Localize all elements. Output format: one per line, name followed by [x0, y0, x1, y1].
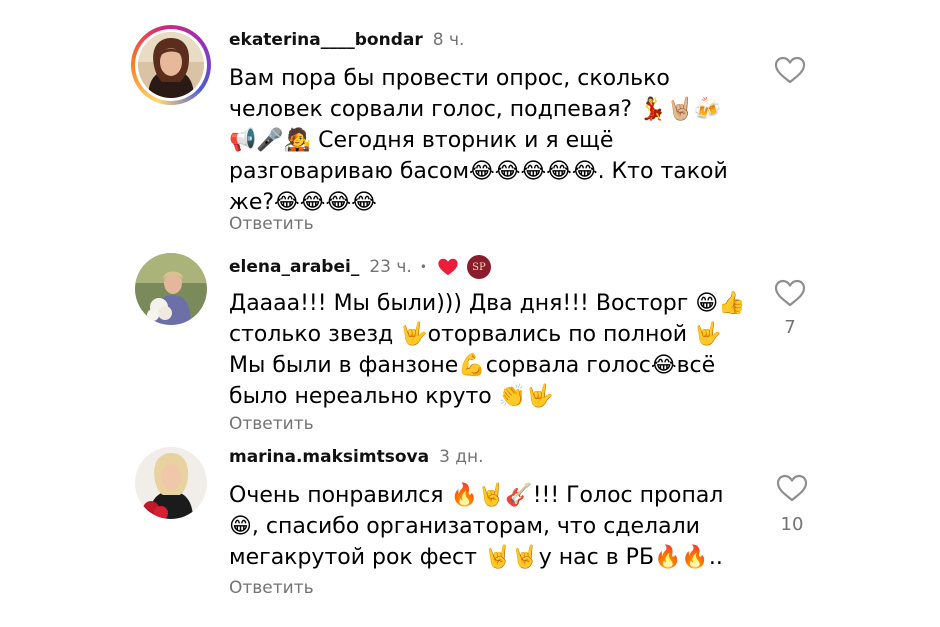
comment-text: Даааа!!! Мы были))) Два дня!!! Восторг 😁…: [229, 291, 746, 409]
like-heart-icon[interactable]: [776, 474, 808, 502]
like-count: 7: [784, 317, 796, 338]
comment-username[interactable]: elena_arabei_: [229, 257, 359, 277]
reply-button[interactable]: Ответить: [229, 578, 314, 598]
like-heart-icon[interactable]: [774, 56, 806, 84]
reply-button[interactable]: Ответить: [229, 414, 314, 434]
comment-time: 23 ч.: [369, 257, 412, 277]
separator-dot: •: [419, 260, 427, 274]
comment-text: Очень понравился 🔥🤘🎸!!! Голос пропал 😁, …: [229, 483, 724, 570]
reply-button[interactable]: Ответить: [229, 214, 314, 234]
comment-time: 3 дн.: [439, 447, 484, 467]
avatar[interactable]: [135, 253, 207, 325]
comment-text: Вам пора бы провести опрос, сколько чело…: [229, 66, 728, 215]
avatar: [138, 32, 204, 98]
comment-username[interactable]: ekaterina____bondar: [229, 30, 423, 50]
creator-avatar-badge: SP: [466, 255, 491, 279]
creator-liked-heart-icon: [437, 257, 459, 277]
like-heart-icon[interactable]: [774, 279, 806, 307]
comment-time: 8 ч.: [432, 30, 465, 50]
comment-username[interactable]: marina.maksimtsova: [229, 447, 429, 467]
avatar-story-ring[interactable]: [131, 25, 211, 105]
like-count: 10: [780, 514, 804, 535]
avatar[interactable]: [135, 447, 207, 519]
